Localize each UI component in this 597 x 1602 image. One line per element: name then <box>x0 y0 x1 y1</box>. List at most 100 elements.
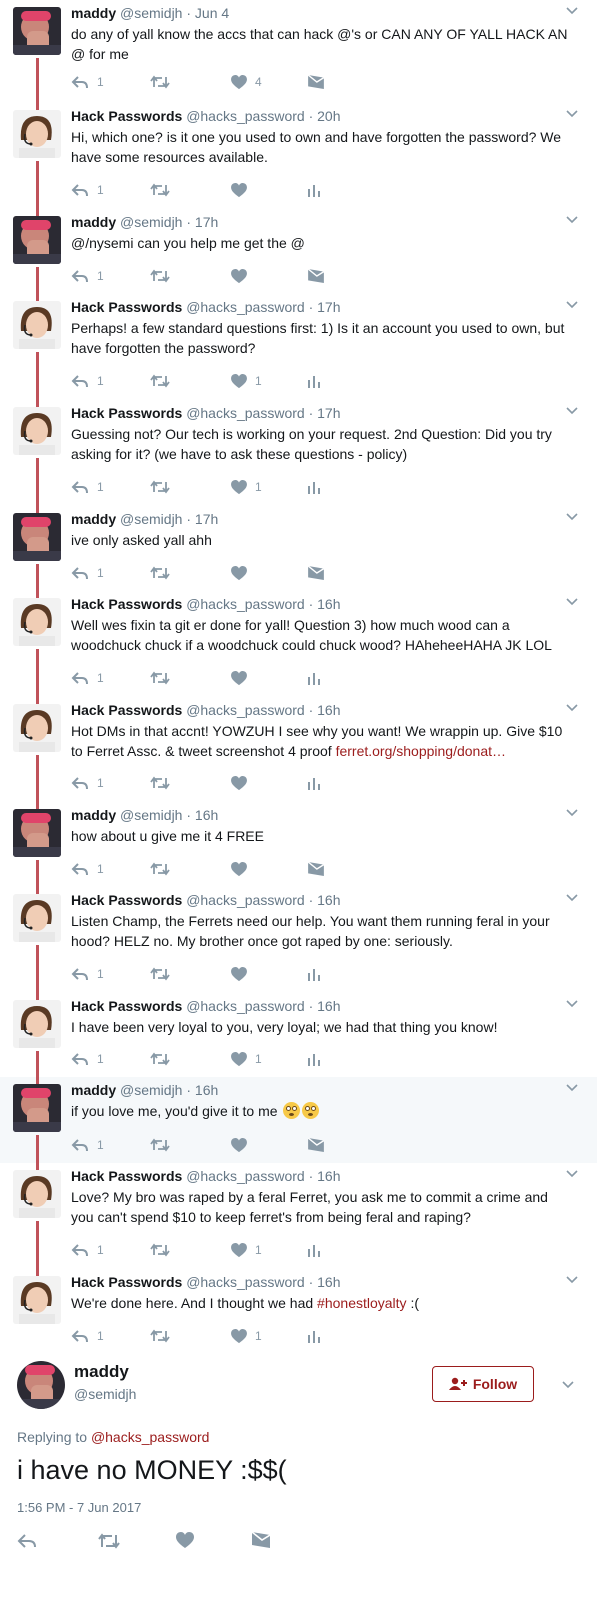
thread-tweet[interactable]: maddy @semidjh · 16h how about u give me … <box>0 802 597 895</box>
chevron-down-icon[interactable] <box>565 510 579 524</box>
display-name[interactable]: Hack Passwords <box>71 702 182 718</box>
analytics-button[interactable] <box>307 774 321 792</box>
avatar[interactable] <box>13 704 61 752</box>
avatar[interactable] <box>13 216 61 264</box>
tweet-time[interactable]: · Jun 4 <box>186 5 229 21</box>
username[interactable]: @hacks_password <box>186 892 305 908</box>
reply-button[interactable]: 1 <box>71 478 104 496</box>
avatar[interactable] <box>13 7 61 55</box>
thread-tweet[interactable]: Hack Passwords @hacks_password · 16h I ha… <box>0 993 597 1085</box>
reply-button[interactable]: 1 <box>71 73 104 91</box>
display-name[interactable]: maddy <box>71 511 116 527</box>
display-name[interactable]: maddy <box>74 1362 129 1382</box>
tweet-link[interactable]: ferret.org/shopping/donat… <box>336 743 506 759</box>
tweet-time[interactable]: · 16h <box>309 702 341 718</box>
thread-tweet[interactable]: maddy @semidjh · 17h ive only asked yall … <box>0 506 597 599</box>
avatar[interactable] <box>13 894 61 942</box>
like-button[interactable] <box>231 181 247 199</box>
reply-button[interactable]: 1 <box>71 372 104 390</box>
chevron-down-icon[interactable] <box>565 1273 579 1287</box>
username[interactable]: @semidjh <box>120 214 182 230</box>
thread-tweet[interactable]: Hack Passwords @hacks_password · 17h Perh… <box>0 294 597 408</box>
thread-tweet[interactable]: Hack Passwords @hacks_password · 17h Gues… <box>0 400 597 514</box>
tweet-time[interactable]: · 20h <box>309 108 341 124</box>
reply-button[interactable]: 1 <box>71 774 104 792</box>
display-name[interactable]: maddy <box>71 807 116 823</box>
avatar[interactable] <box>13 598 61 646</box>
retweet-button[interactable] <box>149 1136 171 1154</box>
follow-button[interactable]: Follow <box>432 1366 534 1402</box>
thread-tweet[interactable]: Hack Passwords @hacks_password · 16h List… <box>0 887 597 1001</box>
reply-button[interactable]: 1 <box>71 965 104 983</box>
thread-tweet[interactable]: maddy @semidjh · 17h @/nysemi can you hel… <box>0 209 597 302</box>
chevron-down-icon[interactable] <box>565 701 579 715</box>
chevron-down-icon[interactable] <box>565 4 579 18</box>
tweet-time[interactable]: · 16h <box>309 998 341 1014</box>
like-button[interactable] <box>231 860 247 878</box>
retweet-button[interactable] <box>97 1532 121 1552</box>
thread-tweet[interactable]: Hack Passwords @hacks_password · 16h We'r… <box>0 1269 597 1354</box>
username[interactable]: @hacks_password <box>186 596 305 612</box>
retweet-button[interactable] <box>149 1050 171 1068</box>
chevron-down-icon[interactable] <box>565 891 579 905</box>
thread-tweet[interactable]: Hack Passwords @hacks_password · 16h Well… <box>0 591 597 705</box>
retweet-button[interactable] <box>149 73 171 91</box>
thread-tweet[interactable]: Hack Passwords @hacks_password · 16h Hot … <box>0 697 597 810</box>
tweet-time[interactable]: · 16h <box>309 1274 341 1290</box>
retweet-button[interactable] <box>149 478 171 496</box>
username[interactable]: @semidjh <box>120 807 182 823</box>
analytics-button[interactable] <box>307 1327 321 1345</box>
display-name[interactable]: Hack Passwords <box>71 405 182 421</box>
like-button[interactable]: 1 <box>231 372 262 390</box>
chevron-down-icon[interactable] <box>565 404 579 418</box>
like-button[interactable] <box>231 965 247 983</box>
like-button[interactable] <box>231 1136 247 1154</box>
like-button[interactable] <box>231 564 247 582</box>
reply-button[interactable]: 1 <box>71 1241 104 1259</box>
dm-button[interactable] <box>308 1136 324 1154</box>
retweet-button[interactable] <box>149 965 171 983</box>
dm-button[interactable] <box>308 267 324 285</box>
like-button[interactable]: 1 <box>231 1241 262 1259</box>
retweet-button[interactable] <box>149 774 171 792</box>
display-name[interactable]: Hack Passwords <box>71 892 182 908</box>
retweet-button[interactable] <box>149 860 171 878</box>
chevron-down-icon[interactable] <box>565 997 579 1011</box>
thread-tweet[interactable]: Hack Passwords @hacks_password · 20h Hi, … <box>0 103 597 217</box>
username[interactable]: @hacks_password <box>186 405 305 421</box>
tweet-time[interactable]: · 16h <box>309 596 341 612</box>
display-name[interactable]: Hack Passwords <box>71 1274 182 1290</box>
dm-button[interactable] <box>308 860 324 878</box>
display-name[interactable]: maddy <box>71 214 116 230</box>
display-name[interactable]: Hack Passwords <box>71 1168 182 1184</box>
chevron-down-icon[interactable] <box>565 1167 579 1181</box>
tweet-time[interactable]: · 16h <box>186 1082 218 1098</box>
chevron-down-icon[interactable] <box>565 1081 579 1095</box>
dm-button[interactable] <box>308 564 324 582</box>
retweet-button[interactable] <box>149 669 171 687</box>
display-name[interactable]: maddy <box>71 5 116 21</box>
avatar[interactable] <box>13 1084 61 1132</box>
retweet-button[interactable] <box>149 1241 171 1259</box>
reply-button[interactable]: 1 <box>71 1136 104 1154</box>
retweet-button[interactable] <box>149 1327 171 1345</box>
reply-button[interactable] <box>17 1532 37 1552</box>
avatar[interactable] <box>13 301 61 349</box>
avatar[interactable] <box>13 1170 61 1218</box>
reply-button[interactable]: 1 <box>71 181 104 199</box>
username[interactable]: @hacks_password <box>186 998 305 1014</box>
analytics-button[interactable] <box>307 181 321 199</box>
reply-button[interactable]: 1 <box>71 669 104 687</box>
display-name[interactable]: Hack Passwords <box>71 299 182 315</box>
reply-button[interactable]: 1 <box>71 1050 104 1068</box>
avatar[interactable] <box>13 1276 61 1324</box>
reply-button[interactable]: 1 <box>71 267 104 285</box>
username[interactable]: @hacks_password <box>186 1274 305 1290</box>
analytics-button[interactable] <box>307 1241 321 1259</box>
display-name[interactable]: Hack Passwords <box>71 998 182 1014</box>
chevron-down-icon[interactable] <box>565 213 579 227</box>
like-button[interactable] <box>231 669 247 687</box>
username[interactable]: @semidjh <box>120 511 182 527</box>
like-button[interactable] <box>231 267 247 285</box>
thread-tweet[interactable]: maddy @semidjh · Jun 4 do any of yall kno… <box>0 0 597 111</box>
